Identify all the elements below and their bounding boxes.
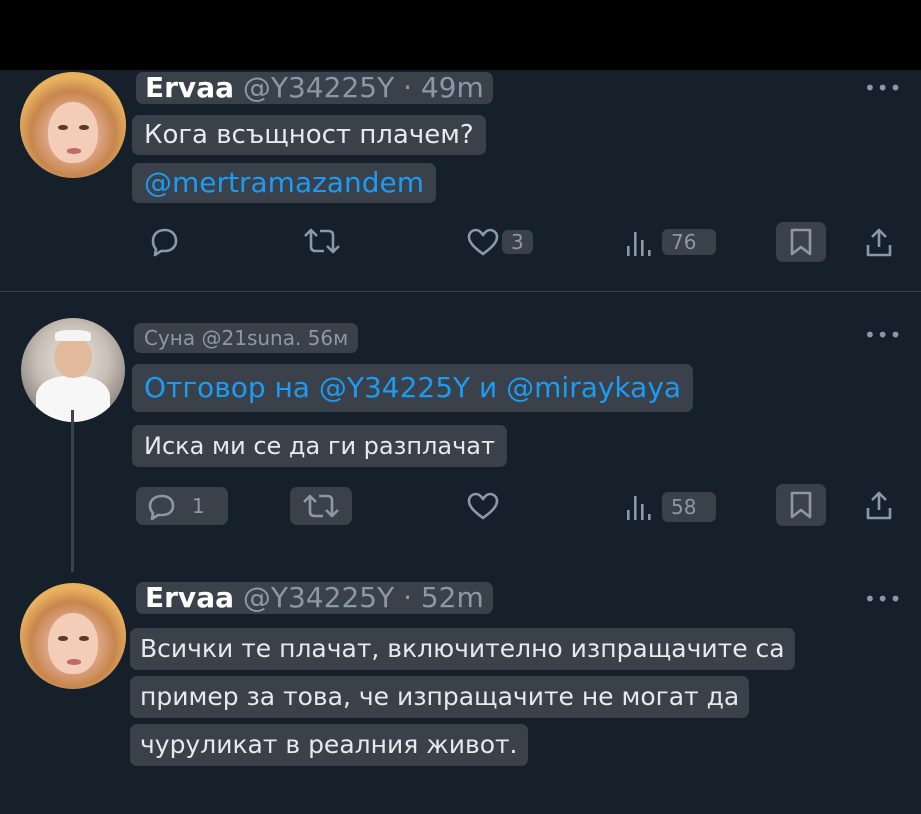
reply-count: 1 bbox=[192, 494, 205, 518]
tweet-header: Ervaa @Y34225Y · 52m bbox=[136, 582, 493, 614]
mention-text[interactable]: @mertramazandem bbox=[144, 166, 424, 199]
bookmark-icon bbox=[790, 491, 812, 519]
tweet-body-line: чуруликат в реалния живот. bbox=[140, 730, 518, 759]
views-count: 58 bbox=[662, 492, 716, 522]
bookmark-button[interactable] bbox=[776, 222, 826, 262]
share-icon[interactable] bbox=[864, 490, 894, 522]
tweet-text-line-3: чуруликат в реалния живот. bbox=[130, 724, 528, 766]
views-icon[interactable] bbox=[624, 228, 652, 258]
tweet-header: Ervaa @Y34225Y · 49m bbox=[136, 72, 493, 104]
mention-link[interactable]: @mertramazandem bbox=[132, 163, 436, 203]
retweet-button[interactable] bbox=[290, 487, 352, 525]
reply-icon bbox=[148, 494, 175, 521]
more-icon[interactable]: ••• bbox=[864, 325, 902, 345]
reply-button[interactable]: 1 bbox=[136, 487, 228, 525]
handle-time[interactable]: @Y34225Y · 49m bbox=[243, 71, 484, 104]
tweet-text-line-1: Всички те плачат, включително изпращачит… bbox=[130, 628, 795, 670]
thread-connector bbox=[71, 410, 74, 572]
retweet-icon[interactable] bbox=[302, 226, 342, 256]
tweet-body-line: Всички те плачат, включително изпращачит… bbox=[140, 634, 785, 663]
views-count: 76 bbox=[662, 229, 716, 255]
avatar[interactable] bbox=[20, 72, 126, 178]
top-black-bar bbox=[0, 0, 921, 70]
tweet-text: Кога всъщност плачем? bbox=[132, 115, 486, 155]
tweet-divider bbox=[0, 291, 921, 292]
tweet-text-line-2: пример за това, че изпращачите не могат … bbox=[130, 676, 750, 718]
tweet-header: Суна @21suna. 56м bbox=[134, 323, 359, 353]
tweet-body: Кога всъщност плачем? bbox=[144, 120, 474, 150]
avatar[interactable] bbox=[21, 318, 125, 422]
bookmark-button[interactable] bbox=[776, 484, 826, 526]
more-icon[interactable]: ••• bbox=[864, 78, 902, 98]
tweet-text: Иска ми се да ги разплачат bbox=[132, 425, 507, 467]
reply-icon[interactable] bbox=[148, 227, 180, 257]
tweet-body: Иска ми се да ги разплачат bbox=[144, 432, 495, 460]
reply-to-text[interactable]: Отговор на @Y34225Y и @miraykaya bbox=[144, 371, 681, 404]
handle-time[interactable]: Суна @21suna. 56м bbox=[144, 326, 348, 350]
bookmark-icon bbox=[790, 228, 812, 256]
display-name[interactable]: Ervaa bbox=[145, 584, 234, 612]
like-count: 3 bbox=[502, 230, 533, 254]
display-name[interactable]: Ervaa bbox=[145, 74, 234, 102]
views-icon[interactable] bbox=[624, 492, 652, 522]
reply-context[interactable]: Отговор на @Y34225Y и @miraykaya bbox=[132, 364, 694, 412]
retweet-icon bbox=[303, 494, 339, 518]
share-icon[interactable] bbox=[864, 227, 894, 259]
handle-time[interactable]: @Y34225Y · 52m bbox=[243, 581, 484, 614]
avatar[interactable] bbox=[20, 583, 126, 689]
like-icon[interactable] bbox=[466, 492, 500, 520]
like-icon[interactable] bbox=[466, 228, 500, 256]
more-icon[interactable]: ••• bbox=[864, 589, 902, 609]
tweet-body-line: пример за това, че изпращачите не могат … bbox=[140, 682, 740, 711]
